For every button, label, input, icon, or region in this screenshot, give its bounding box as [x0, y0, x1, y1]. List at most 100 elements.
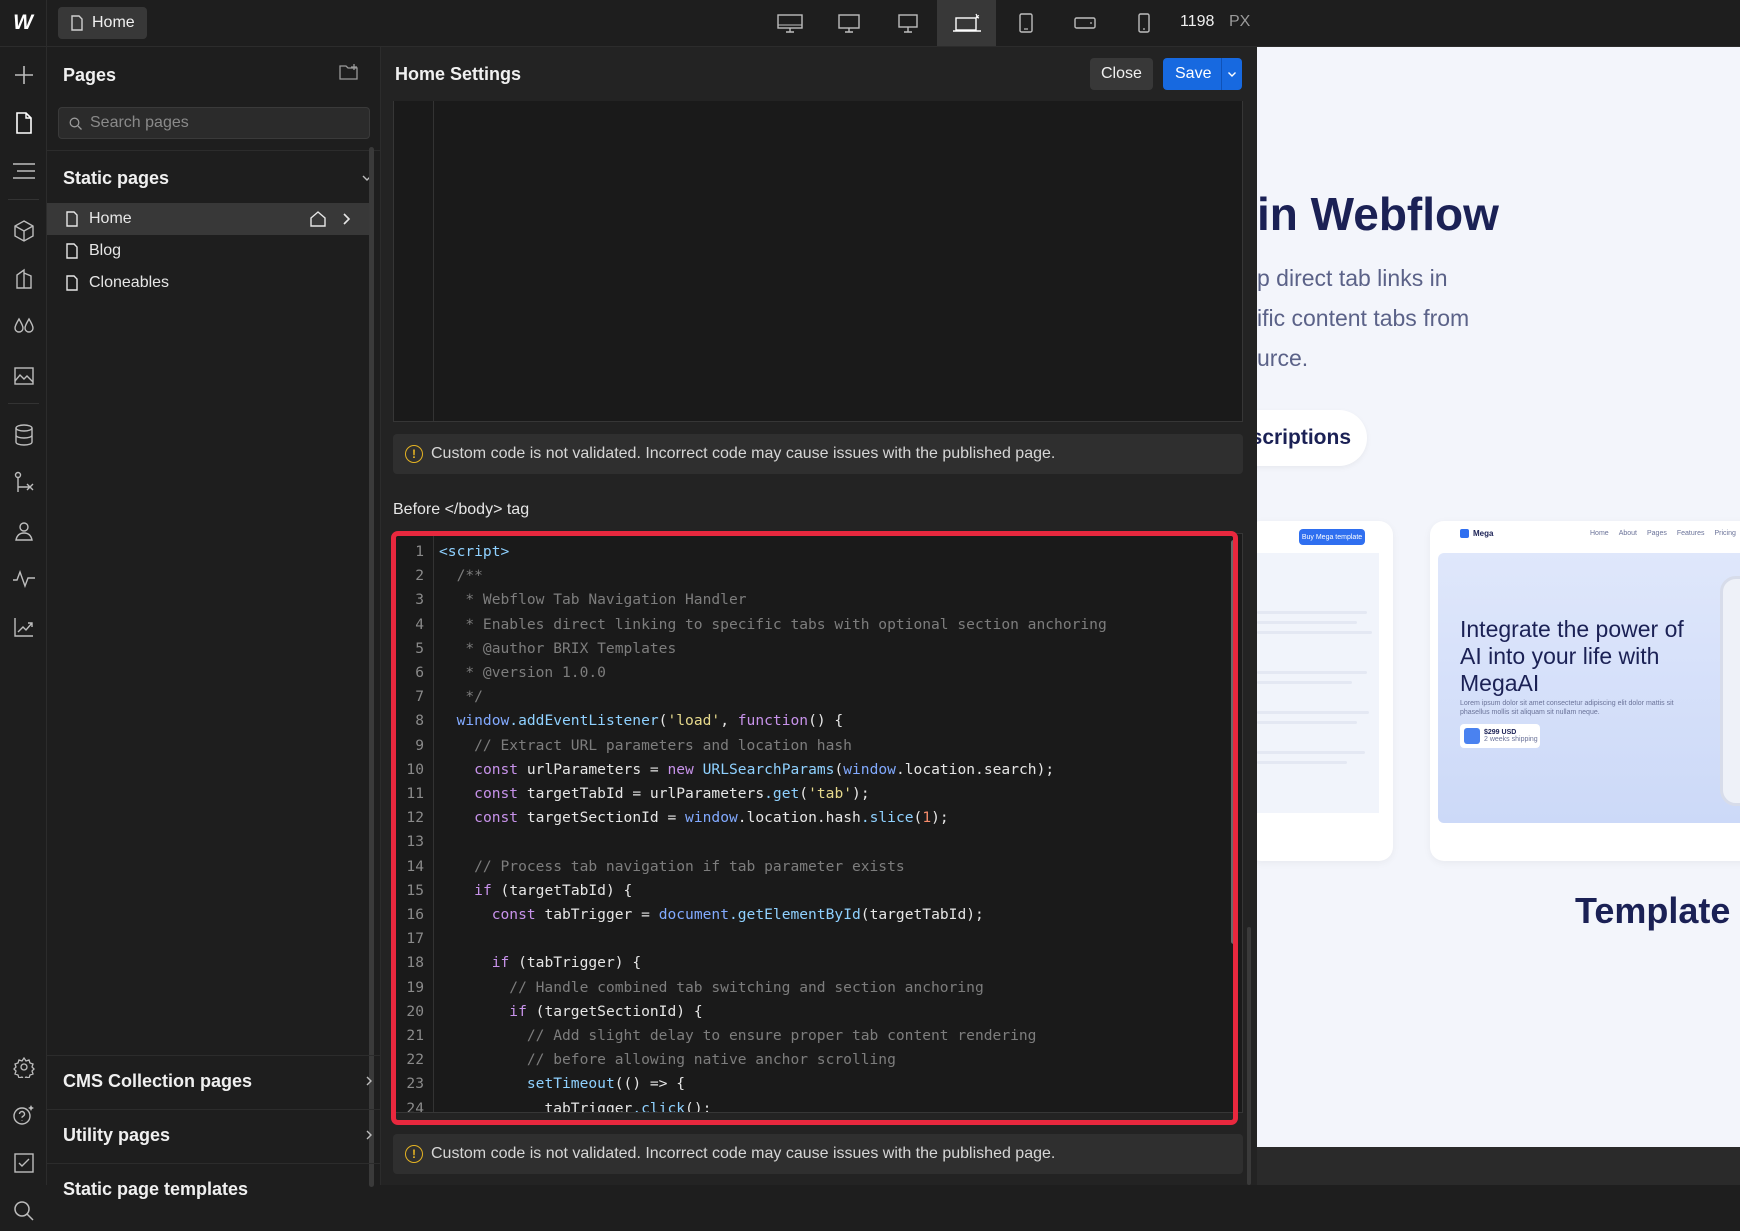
head-code-editor[interactable] [393, 101, 1243, 422]
variables-icon[interactable] [0, 307, 47, 347]
code-line[interactable]: 19 // Handle combined tab switching and … [394, 976, 1242, 1000]
canvas-width-value[interactable]: 1198 [1180, 13, 1214, 31]
analyze-icon[interactable] [0, 559, 47, 599]
style-selectors-icon[interactable] [0, 259, 47, 299]
cms-pages-label: CMS Collection pages [63, 1070, 253, 1091]
insights-icon[interactable] [0, 607, 47, 647]
template-preview-card[interactable]: Buy Mega template [1257, 521, 1393, 861]
apps-icon[interactable] [0, 1047, 47, 1087]
code-line[interactable]: 21 // Add slight delay to ensure proper … [394, 1024, 1242, 1048]
desktop-xl-icon[interactable] [819, 0, 878, 46]
line-number: 21 [406, 1027, 424, 1044]
warning-text: Custom code is not validated. Incorrect … [431, 445, 1056, 462]
desktop-base-icon[interactable] [937, 0, 996, 46]
help-ai-icon[interactable] [0, 1095, 47, 1135]
utility-pages-header[interactable]: Utility pages [63, 1120, 373, 1150]
code-line[interactable]: 11 const targetTabId = urlParameters.get… [394, 782, 1242, 806]
warning-icon: ! [405, 445, 423, 463]
code-line[interactable]: 18 if (tabTrigger) { [394, 951, 1242, 975]
brand-name: Mega [1473, 529, 1494, 538]
code-line[interactable]: 23 setTimeout(() => { [394, 1072, 1242, 1096]
cms-pages-header[interactable]: CMS Collection pages [63, 1066, 373, 1096]
search-icon [69, 117, 82, 130]
code-line[interactable]: 14 // Process tab navigation if tab para… [394, 855, 1242, 879]
text-line [1257, 751, 1365, 754]
checklist-icon[interactable] [0, 1143, 47, 1183]
add-elements-icon[interactable] [0, 55, 47, 95]
code-line[interactable]: 20 if (targetSectionId) { [394, 1000, 1242, 1024]
desktop-xxl-icon[interactable] [760, 0, 819, 46]
code-line[interactable]: 13 [394, 830, 1242, 854]
line-number: 15 [406, 881, 424, 899]
pages-panel: Pages Static pages Home Blog Cloneables … [47, 47, 381, 1199]
tablet-icon[interactable] [996, 0, 1055, 46]
static-templates-header[interactable]: Static page templates [63, 1174, 373, 1204]
design-canvas[interactable]: in Webflow p direct tab links in ific co… [1257, 47, 1740, 1147]
code-line[interactable]: 9 // Extract URL parameters and location… [394, 734, 1242, 758]
static-pages-header[interactable]: Static pages [63, 163, 373, 193]
code-text: */ [439, 688, 483, 706]
hero-subtext-line: urce. [1257, 345, 1309, 371]
code-text: // Add slight delay to ensure proper tab… [439, 1027, 1037, 1044]
code-line[interactable]: 15 if (targetTabId) { [394, 879, 1242, 903]
top-toolbar: W Home 1198 PX [0, 0, 1740, 47]
components-icon[interactable] [0, 211, 47, 251]
code-line[interactable]: 22 // before allowing native anchor scro… [394, 1048, 1242, 1072]
page-item-cloneables[interactable]: Cloneables [47, 267, 369, 299]
code-line[interactable]: 3 * Webflow Tab Navigation Handler [394, 588, 1242, 612]
current-page-chip[interactable]: Home [58, 7, 147, 39]
save-button[interactable]: Save [1163, 65, 1221, 83]
code-line[interactable]: 16 const tabTrigger = document.getElemen… [394, 903, 1242, 927]
logic-icon[interactable] [0, 463, 47, 503]
panel-scrollbar[interactable] [369, 147, 374, 1187]
code-line[interactable]: 24 tabTrigger.click(); [394, 1097, 1242, 1112]
code-line[interactable]: 7 */ [394, 685, 1242, 709]
canvas-footer [1257, 1147, 1740, 1185]
desktop-lg-icon[interactable] [878, 0, 937, 46]
search-icon[interactable] [0, 1191, 47, 1231]
template-preview-card[interactable]: Mega Home About Pages Features Pricing I… [1430, 521, 1740, 861]
line-number: 4 [415, 615, 424, 633]
assets-icon[interactable] [0, 355, 47, 395]
line-number: 9 [415, 736, 424, 754]
line-number: 19 [406, 978, 424, 996]
cms-icon[interactable] [0, 415, 47, 455]
settings-title: Home Settings [395, 64, 522, 84]
mobile-portrait-icon[interactable] [1114, 0, 1173, 46]
search-pages-field[interactable] [58, 107, 370, 139]
code-line[interactable]: 1 <script> [394, 540, 1242, 564]
home-icon[interactable] [309, 210, 327, 228]
page-item-blog[interactable]: Blog [47, 235, 369, 267]
code-line[interactable]: 12 const targetSectionId = window.locati… [394, 806, 1242, 830]
webflow-logo[interactable]: W [0, 0, 47, 46]
body-code-editor[interactable]: 1 <script> 2 /** 3 * Webflow Tab Navigation… [393, 533, 1243, 1113]
mobile-landscape-icon[interactable] [1055, 0, 1114, 46]
search-pages-input[interactable] [90, 114, 350, 132]
chevron-down-icon[interactable] [1222, 71, 1242, 78]
code-text: // Process tab navigation if tab paramet… [439, 857, 905, 875]
add-folder-icon[interactable] [339, 63, 359, 86]
code-warning-banner: ! Custom code is not validated. Incorrec… [393, 434, 1243, 474]
page-item-home[interactable]: Home [47, 203, 369, 235]
code-line[interactable]: 17 [394, 927, 1242, 951]
users-icon[interactable] [0, 511, 47, 551]
pages-icon[interactable] [0, 103, 47, 143]
navigator-icon[interactable] [0, 151, 47, 191]
code-line[interactable]: 10 const urlParameters = new URLSearchPa… [394, 758, 1242, 782]
save-button-group[interactable]: Save [1163, 58, 1242, 90]
settings-scrollbar[interactable] [1247, 927, 1251, 1185]
buy-template-button[interactable]: Buy Mega template [1299, 529, 1365, 545]
nav-link: Pages [1646, 530, 1667, 537]
code-line[interactable]: 5 * @author BRIX Templates [394, 637, 1242, 661]
code-line[interactable]: 2 /** [394, 564, 1242, 588]
code-line[interactable]: 4 * Enables direct linking to specific t… [394, 613, 1242, 637]
line-number: 6 [415, 664, 424, 681]
code-text: * Webflow Tab Navigation Handler [439, 591, 747, 609]
chevron-right-icon[interactable] [341, 210, 351, 228]
code-line[interactable]: 6 * @version 1.0.0 [394, 661, 1242, 685]
line-number: 3 [415, 591, 424, 609]
code-line[interactable]: 8 window.addEventListener('load', functi… [394, 709, 1242, 733]
page-icon [66, 211, 78, 227]
close-button[interactable]: Close [1090, 58, 1153, 90]
hero-button[interactable]: scriptions [1257, 410, 1367, 466]
